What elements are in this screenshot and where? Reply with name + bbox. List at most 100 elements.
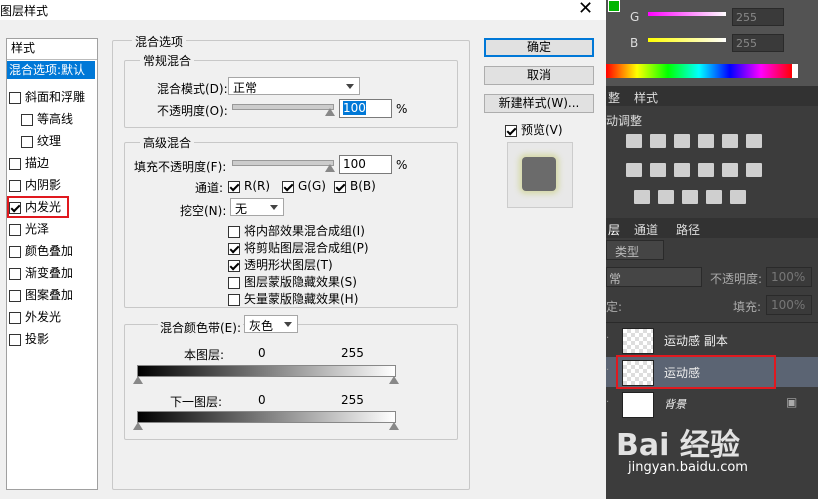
style-item-3[interactable]: 纹理 <box>7 132 95 150</box>
opacity-value: 100 <box>343 101 366 115</box>
eye-icon[interactable]: · <box>606 397 609 408</box>
photoshop-panels: G 255 B 255 整 样式 动调整 层 通道 路径 类型 常 不透明度: … <box>606 0 818 499</box>
style-item-12[interactable]: 投影 <box>7 330 95 348</box>
style-item-4[interactable]: 描边 <box>7 154 95 172</box>
opacity-label: 不透明度(O): <box>157 104 228 118</box>
ok-button[interactable]: 确定 <box>484 38 594 57</box>
opacity-input[interactable]: 100 <box>339 99 392 118</box>
style-item-1[interactable]: 斜面和浮雕 <box>7 88 95 106</box>
advanced-option-0[interactable]: 将内部效果混合成组(I) <box>228 222 365 239</box>
adjustment-icon[interactable] <box>698 163 714 177</box>
fill-opacity-label: 填充不透明度(F): <box>134 160 227 174</box>
cancel-button[interactable]: 取消 <box>484 66 594 85</box>
adjustment-icon[interactable] <box>674 163 690 177</box>
fill-opacity-input[interactable]: 100 <box>339 155 392 174</box>
underlying-white-thumb[interactable] <box>389 422 399 430</box>
this-layer-ramp[interactable] <box>137 365 396 377</box>
tab-adjustments[interactable]: 整 <box>608 89 620 106</box>
channel-g-checkbox[interactable]: G(G) <box>282 179 326 193</box>
g-slider[interactable] <box>648 12 726 16</box>
adjustment-icon[interactable] <box>658 190 674 204</box>
adjustment-icon[interactable] <box>626 163 642 177</box>
adjustment-icon[interactable] <box>706 190 722 204</box>
preview-checkbox[interactable]: 预览(V) <box>505 121 563 138</box>
tab-channels[interactable]: 通道 <box>634 221 658 238</box>
layer-blend-mode: 常 <box>609 272 622 286</box>
new-style-button[interactable]: 新建样式(W)... <box>484 94 594 113</box>
advanced-option-1[interactable]: 将剪贴图层混合成组(P) <box>228 239 369 256</box>
layer-row[interactable]: · 运动感 副本 <box>606 325 818 355</box>
tab-styles[interactable]: 样式 <box>634 89 658 106</box>
layer-opacity-label: 不透明度: <box>710 272 763 286</box>
style-item-7[interactable]: 光泽 <box>7 220 95 238</box>
color-panel: G 255 B 255 <box>606 0 818 86</box>
adjustment-icon[interactable] <box>682 190 698 204</box>
adjustment-icon[interactable] <box>746 163 762 177</box>
style-item-8[interactable]: 颜色叠加 <box>7 242 95 260</box>
b-value[interactable]: 255 <box>732 34 784 52</box>
layer-row[interactable]: · 背景 ▣ <box>606 389 818 419</box>
style-item-11[interactable]: 外发光 <box>7 308 95 326</box>
advanced-option-2[interactable]: 透明形状图层(T) <box>228 256 333 273</box>
layer-filter-select[interactable]: 类型 <box>606 240 664 260</box>
style-item-10[interactable]: 图案叠加 <box>7 286 95 304</box>
advanced-option-4[interactable]: 矢量蒙版隐藏效果(H) <box>228 290 358 307</box>
adjustment-icon[interactable] <box>650 134 666 148</box>
preview-label: 预览(V) <box>521 123 563 137</box>
fill-opacity-slider[interactable] <box>232 160 334 166</box>
foreground-swatch[interactable] <box>608 0 620 12</box>
checkbox-icon <box>228 180 240 193</box>
g-value[interactable]: 255 <box>732 8 784 26</box>
adjustment-icon[interactable] <box>698 134 714 148</box>
tab-paths[interactable]: 路径 <box>676 221 700 238</box>
close-icon[interactable]: ✕ <box>578 0 593 19</box>
layer-name: 运动感 副本 <box>664 334 728 348</box>
style-item-9[interactable]: 渐变叠加 <box>7 264 95 282</box>
this-layer-black-thumb[interactable] <box>133 376 143 384</box>
lock-icon: ▣ <box>786 395 798 409</box>
channel-b-label: B(B) <box>350 179 376 193</box>
underlying-ramp[interactable] <box>137 411 396 423</box>
b-slider[interactable] <box>648 38 726 42</box>
channel-r-checkbox[interactable]: R(R) <box>228 179 270 193</box>
layer-thumbnail <box>622 392 654 418</box>
layer-opacity-input[interactable]: 100% <box>766 267 812 287</box>
eye-icon[interactable]: · <box>606 333 609 344</box>
adjustment-icon[interactable] <box>674 134 690 148</box>
underlying-black-thumb[interactable] <box>133 422 143 430</box>
color-spectrum[interactable] <box>606 64 792 78</box>
adjustment-icon[interactable] <box>634 190 650 204</box>
adjustment-icon[interactable] <box>722 134 738 148</box>
opacity-slider[interactable] <box>232 104 334 110</box>
style-item-0[interactable]: 混合选项:默认 <box>7 61 95 79</box>
advanced-option-3[interactable]: 图层蒙版隐藏效果(S) <box>228 273 357 290</box>
fill-opacity-slider-thumb[interactable] <box>325 164 335 172</box>
style-item-label: 颜色叠加 <box>25 244 74 258</box>
fill-opacity-value: 100 <box>343 157 366 171</box>
this-layer-white-thumb[interactable] <box>389 376 399 384</box>
styles-list: 样式 混合选项:默认 斜面和浮雕 等高线 纹理 描边 内阴影 内发光 光泽 颜色叠加 渐变叠加 图案… <box>6 38 98 490</box>
white-swatch[interactable] <box>792 64 798 78</box>
opacity-percent: % <box>396 102 408 116</box>
adjustment-icon[interactable] <box>626 134 642 148</box>
layer-fill-input[interactable]: 100% <box>766 295 812 315</box>
opacity-slider-thumb[interactable] <box>325 108 335 116</box>
adjustment-icon[interactable] <box>746 134 762 148</box>
style-item-label: 混合选项:默认 <box>9 63 86 77</box>
eye-icon[interactable]: · <box>606 365 609 376</box>
adjustment-icon[interactable] <box>730 190 746 204</box>
checkbox-icon <box>228 225 240 238</box>
checkbox-icon <box>9 245 21 258</box>
knockout-select[interactable]: 无 <box>230 198 284 216</box>
layer-blend-mode-select[interactable]: 常 <box>606 267 702 287</box>
adjustment-icon[interactable] <box>722 163 738 177</box>
style-item-2[interactable]: 等高线 <box>7 110 95 128</box>
tab-layers[interactable]: 层 <box>608 221 620 238</box>
blend-mode-select[interactable]: 正常 <box>228 77 360 95</box>
blend-if-select[interactable]: 灰色 <box>244 315 298 333</box>
channel-b-checkbox[interactable]: B(B) <box>334 179 376 193</box>
style-item-5[interactable]: 内阴影 <box>7 176 95 194</box>
layers-divider <box>606 322 818 323</box>
adjustment-icon[interactable] <box>650 163 666 177</box>
chevron-down-icon <box>284 322 292 327</box>
